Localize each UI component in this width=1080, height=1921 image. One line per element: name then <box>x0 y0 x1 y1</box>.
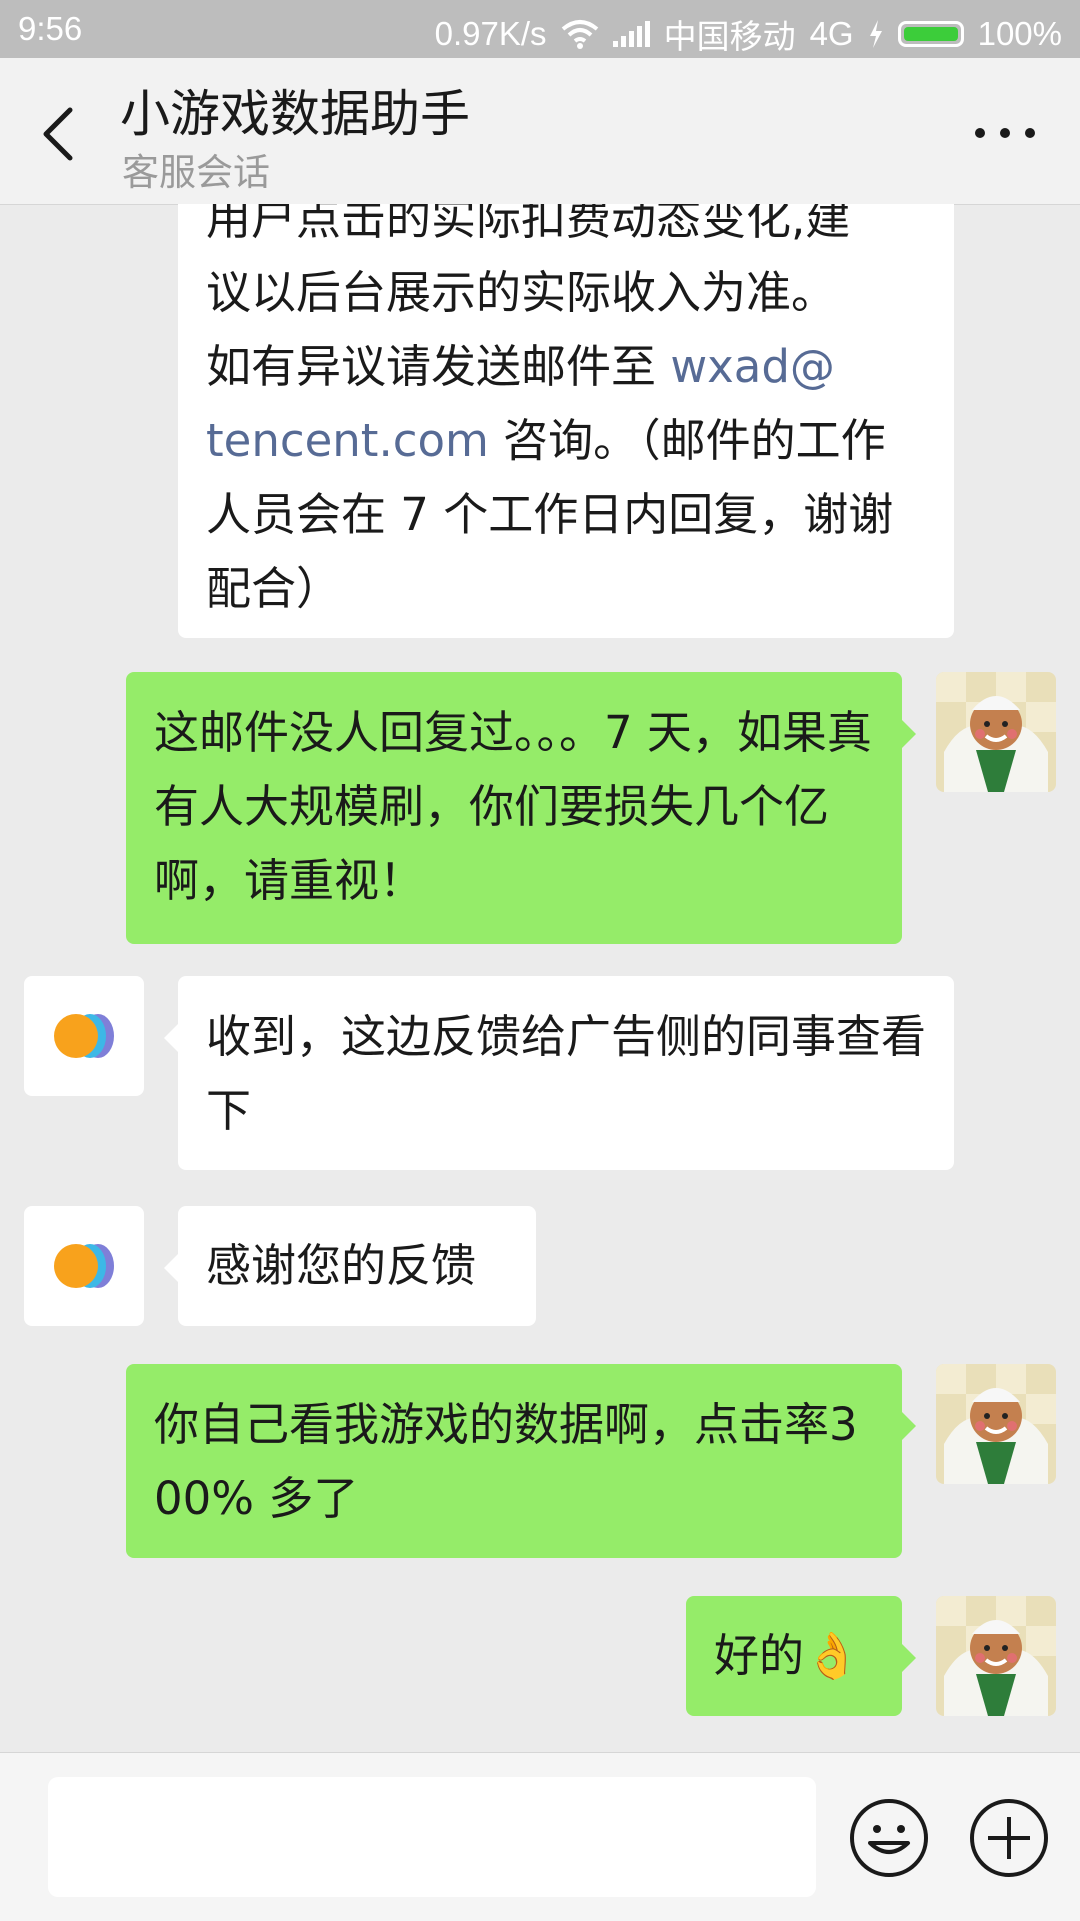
avatar-service[interactable] <box>24 1206 144 1326</box>
title-bar: 小游戏数据助手 客服会话 <box>0 58 1080 205</box>
battery-percent: 100% <box>977 15 1062 52</box>
message-text: 收到，这边反馈给广告侧的同事查看下 <box>206 1010 927 1137</box>
status-time: 9:56 <box>18 10 83 47</box>
wifi-icon <box>561 20 598 49</box>
email-link[interactable]: wxad@ <box>670 340 835 393</box>
email-link-cont[interactable]: tencent.com <box>206 414 489 467</box>
charging-icon <box>869 20 882 48</box>
page-subtitle: 客服会话 <box>122 151 270 194</box>
network-speed: 0.97K/s <box>434 15 547 52</box>
ok-hand-emoji: 👌 <box>804 1629 861 1682</box>
message-text-partial: 用户点击的实际扣费动态变化,建 <box>206 204 851 245</box>
message-bubble-service[interactable]: 用户点击的实际扣费动态变化,建 议以后台展示的实际收入为准。 如有异议请发送邮件… <box>178 204 954 638</box>
plus-circle-icon[interactable] <box>968 1797 1050 1879</box>
network-type: 4G <box>809 15 854 52</box>
signal-icon <box>612 21 650 47</box>
message-text-line: 议以后台展示的实际收入为准。 <box>206 266 837 319</box>
message-bubble-me[interactable]: 这邮件没人回复过。。。7 天，如果真有人大规模刷，你们要损失几个亿啊，请重视！ <box>126 672 916 944</box>
service-logo-icon <box>54 1014 114 1058</box>
message-text: 你自己看我游戏的数据啊，点击率300% 多了 <box>154 1398 858 1525</box>
more-dots-icon[interactable] <box>970 118 1040 148</box>
message-text-line: tencent.com 咨询。（邮件的工作 <box>206 414 886 467</box>
message-text: 感谢您的反馈 <box>206 1239 477 1292</box>
smiley-icon[interactable] <box>848 1797 930 1879</box>
avatar-me[interactable] <box>936 1596 1056 1716</box>
message-bubble-me[interactable]: 好的👌 <box>686 1596 916 1716</box>
page-title: 小游戏数据助手 <box>120 85 470 143</box>
message-bubble-service[interactable]: 收到，这边反馈给广告侧的同事查看下 <box>164 976 954 1170</box>
message-text-line: 配合） <box>206 562 342 615</box>
avatar-me[interactable] <box>936 672 1056 792</box>
status-bar: 9:56 0.97K/s 中国移动 4G 100% <box>0 0 1080 58</box>
service-logo-icon <box>54 1244 114 1288</box>
message-text: 好的 <box>714 1629 805 1682</box>
carrier-name: 中国移动 <box>663 18 796 55</box>
battery-icon <box>897 21 964 47</box>
chat-area[interactable]: 用户点击的实际扣费动态变化,建 议以后台展示的实际收入为准。 如有异议请发送邮件… <box>0 204 1080 1752</box>
message-text-line: 人员会在 7 个工作日内回复，谢谢 <box>206 488 894 541</box>
chevron-left-icon[interactable] <box>30 98 90 168</box>
message-text-line: 如有异议请发送邮件至 wxad@ <box>206 340 835 393</box>
avatar-service[interactable] <box>24 976 144 1096</box>
message-text: 这邮件没人回复过。。。7 天，如果真有人大规模刷，你们要损失几个亿啊，请重视！ <box>154 706 872 907</box>
avatar-me[interactable] <box>936 1364 1056 1484</box>
message-bubble-me[interactable]: 你自己看我游戏的数据啊，点击率300% 多了 <box>126 1364 916 1558</box>
input-bar <box>0 1752 1080 1921</box>
message-bubble-service[interactable]: 感谢您的反馈 <box>164 1206 536 1326</box>
message-input[interactable] <box>48 1777 816 1897</box>
status-right: 0.97K/s 中国移动 4G 100% <box>435 10 1062 58</box>
